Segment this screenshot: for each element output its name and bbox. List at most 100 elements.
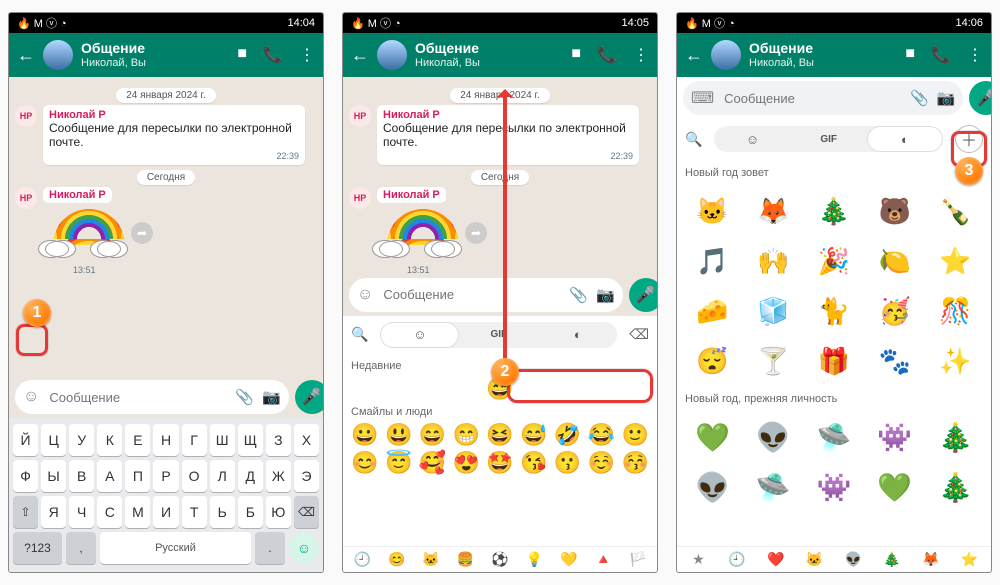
- emoji[interactable]: 😗: [554, 450, 582, 476]
- mic-button[interactable]: 🎤: [295, 380, 324, 414]
- attach-icon[interactable]: 📎: [235, 388, 254, 406]
- emoji[interactable]: 😃: [385, 422, 413, 448]
- sticker-item[interactable]: 💚: [685, 415, 740, 459]
- key[interactable]: И: [153, 496, 178, 528]
- key[interactable]: Й: [13, 424, 38, 456]
- key[interactable]: Х: [294, 424, 319, 456]
- emoji[interactable]: 😄: [419, 422, 447, 448]
- sticker-item[interactable]: 🐱: [685, 189, 740, 233]
- key[interactable]: Р: [153, 460, 178, 492]
- sticker-item[interactable]: 🧊: [746, 289, 801, 333]
- sticker-item[interactable]: 🎉: [807, 239, 862, 283]
- tab-emoji[interactable]: ☺: [380, 322, 459, 348]
- emoji-category[interactable]: 🔺: [590, 551, 616, 568]
- sticker-item[interactable]: 🐾: [867, 339, 922, 383]
- sticker-item[interactable]: ✨: [928, 339, 983, 383]
- voice-call-icon[interactable]: 📞: [263, 45, 283, 65]
- emoji-category[interactable]: 💛: [556, 551, 582, 568]
- tab-sticker[interactable]: ◐: [867, 126, 943, 152]
- mic-button[interactable]: 🎤: [629, 278, 658, 312]
- emoji[interactable]: 🙂: [621, 422, 649, 448]
- emoji[interactable]: 😊: [351, 450, 379, 476]
- key[interactable]: Е: [125, 424, 150, 456]
- message-field[interactable]: ⌨ 📎 📷: [683, 81, 963, 115]
- key-backspace[interactable]: ⌫: [294, 496, 319, 528]
- camera-icon[interactable]: 📷: [596, 286, 615, 304]
- sticker-item[interactable]: 🎄: [928, 465, 983, 509]
- key[interactable]: Ч: [69, 496, 94, 528]
- back-icon[interactable]: ←: [17, 45, 35, 66]
- sticker-item[interactable]: 🎁: [807, 339, 862, 383]
- key[interactable]: У: [69, 424, 94, 456]
- video-call-icon[interactable]: ■: [571, 45, 581, 65]
- keyboard-icon[interactable]: ⌨: [691, 88, 714, 108]
- search-icon[interactable]: 🔍: [351, 326, 368, 343]
- tab-gif[interactable]: GIF: [791, 126, 867, 152]
- sticker-item[interactable]: 🐈: [807, 289, 862, 333]
- sticker-item[interactable]: 🧀: [685, 289, 740, 333]
- message-input[interactable]: [47, 389, 227, 406]
- key[interactable]: З: [266, 424, 291, 456]
- key[interactable]: Л: [210, 460, 235, 492]
- emoji-category[interactable]: 🕘: [349, 551, 375, 568]
- emoji-icon[interactable]: ☺: [357, 286, 373, 304]
- key[interactable]: Ь: [210, 496, 235, 528]
- message-sticker[interactable]: НР Николай Р ➦ 13:51: [15, 187, 317, 275]
- emoji-category[interactable]: 💡: [521, 551, 547, 568]
- sticker-item[interactable]: 💚: [867, 465, 922, 509]
- emoji[interactable]: 😚: [621, 450, 649, 476]
- sticker-item[interactable]: 🍸: [746, 339, 801, 383]
- key[interactable]: П: [125, 460, 150, 492]
- key[interactable]: Н: [153, 424, 178, 456]
- video-call-icon[interactable]: ■: [237, 45, 247, 65]
- key-dot[interactable]: .: [255, 532, 285, 564]
- key[interactable]: Ж: [266, 460, 291, 492]
- sticker-item[interactable]: 🐻: [867, 189, 922, 233]
- sticker-item[interactable]: 🎊: [928, 289, 983, 333]
- key[interactable]: А: [97, 460, 122, 492]
- key[interactable]: М: [125, 496, 150, 528]
- emoji[interactable]: 🤩: [486, 450, 514, 476]
- key[interactable]: О: [182, 460, 207, 492]
- key-emoji[interactable]: ☺: [289, 533, 319, 563]
- forward-icon[interactable]: ➦: [465, 222, 487, 244]
- key[interactable]: Ц: [41, 424, 66, 456]
- avatar[interactable]: [43, 40, 73, 70]
- emoji[interactable]: 😇: [385, 450, 413, 476]
- key[interactable]: Г: [182, 424, 207, 456]
- rainbow-sticker[interactable]: [43, 203, 123, 263]
- emoji-icon[interactable]: ☺: [23, 388, 39, 406]
- sticker-item[interactable]: 🦊: [746, 189, 801, 233]
- sticker-item[interactable]: 👾: [807, 465, 862, 509]
- camera-icon[interactable]: 📷: [937, 89, 956, 107]
- sticker-item[interactable]: 👽: [746, 415, 801, 459]
- backspace-icon[interactable]: ⌫: [629, 326, 649, 343]
- sticker-item[interactable]: 🍾: [928, 189, 983, 233]
- sticker-item[interactable]: 🎄: [928, 415, 983, 459]
- emoji-category[interactable]: 🐱: [418, 551, 444, 568]
- sticker-item[interactable]: 🛸: [807, 415, 862, 459]
- emoji[interactable]: 🥰: [419, 450, 447, 476]
- key-shift[interactable]: ⇧: [13, 496, 38, 528]
- tab-gif[interactable]: GIF: [459, 322, 538, 348]
- sticker-item[interactable]: 🛸: [746, 465, 801, 509]
- emoji[interactable]: ☺️: [587, 450, 615, 476]
- more-icon[interactable]: ⋮: [633, 45, 649, 65]
- attach-icon[interactable]: 📎: [910, 89, 929, 107]
- camera-icon[interactable]: 📷: [262, 388, 281, 406]
- emoji[interactable]: 😁: [452, 422, 480, 448]
- sticker-item[interactable]: 👾: [867, 415, 922, 459]
- mic-button[interactable]: 🎤: [969, 81, 992, 115]
- message-field[interactable]: ☺ 📎 📷: [15, 380, 289, 414]
- key[interactable]: В: [69, 460, 94, 492]
- back-icon[interactable]: ←: [351, 45, 369, 66]
- voice-call-icon[interactable]: 📞: [597, 45, 617, 65]
- key[interactable]: Д: [238, 460, 263, 492]
- emoji-category[interactable]: 🍔: [452, 551, 478, 568]
- search-icon[interactable]: 🔍: [685, 131, 702, 148]
- sticker-item[interactable]: 🙌: [746, 239, 801, 283]
- chat-title-block[interactable]: Общение Николай, Вы: [81, 41, 237, 68]
- key[interactable]: Ы: [41, 460, 66, 492]
- key[interactable]: Щ: [238, 424, 263, 456]
- key[interactable]: С: [97, 496, 122, 528]
